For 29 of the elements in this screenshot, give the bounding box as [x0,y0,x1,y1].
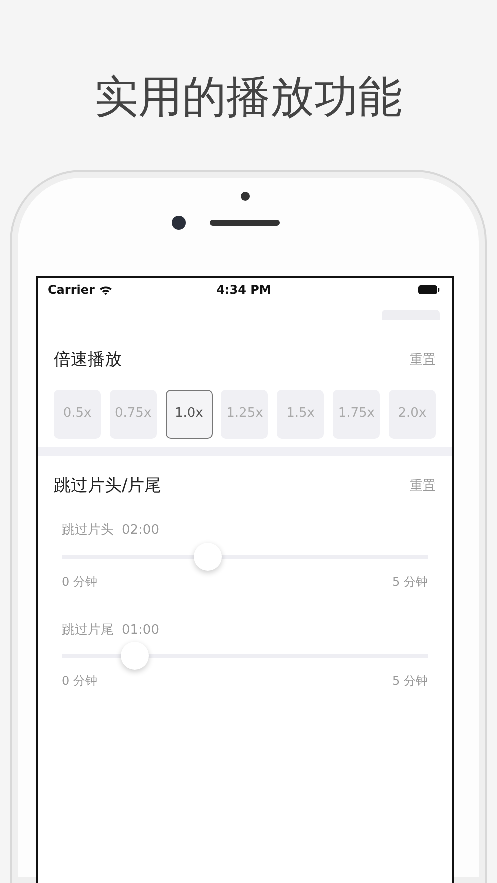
speed-option[interactable]: 2.0x [388,390,436,438]
camera-icon [172,216,186,230]
section-title: 倍速播放 [54,349,122,372]
min-label: 0 分钟 [62,673,98,690]
speed-option[interactable]: 1.75x [333,390,380,438]
speaker-icon [210,220,280,226]
reset-button[interactable]: 重置 [410,351,436,370]
battery-icon [418,285,440,295]
slider-thumb[interactable] [121,642,150,670]
speed-option[interactable]: 0.5x [54,390,101,438]
max-label: 5 分钟 [392,574,428,590]
sensor-icon [241,192,250,201]
headline: 实用的播放功能 [94,71,404,125]
speed-option[interactable]: 0.75x [110,390,157,438]
slider-value: 01:00 [122,622,160,640]
speed-option[interactable]: 1.5x [277,390,324,438]
max-label: 5 分钟 [392,673,428,690]
speed-option[interactable]: 1.0x [166,390,213,438]
section-title: 跳过片头/片尾 [54,474,162,498]
reset-button[interactable]: 重置 [410,476,436,496]
carrier-label: Carrier [48,282,95,299]
slider-label: 跳过片头 [62,522,114,540]
status-time: 4:34 PM [216,282,272,299]
slider-thumb[interactable] [194,542,222,570]
speed-option[interactable]: 1.25x [221,390,268,438]
min-label: 0 分钟 [62,574,98,590]
slider-label: 跳过片尾 [62,622,114,640]
slider-value: 02:00 [122,522,160,540]
wifi-icon [98,284,113,296]
